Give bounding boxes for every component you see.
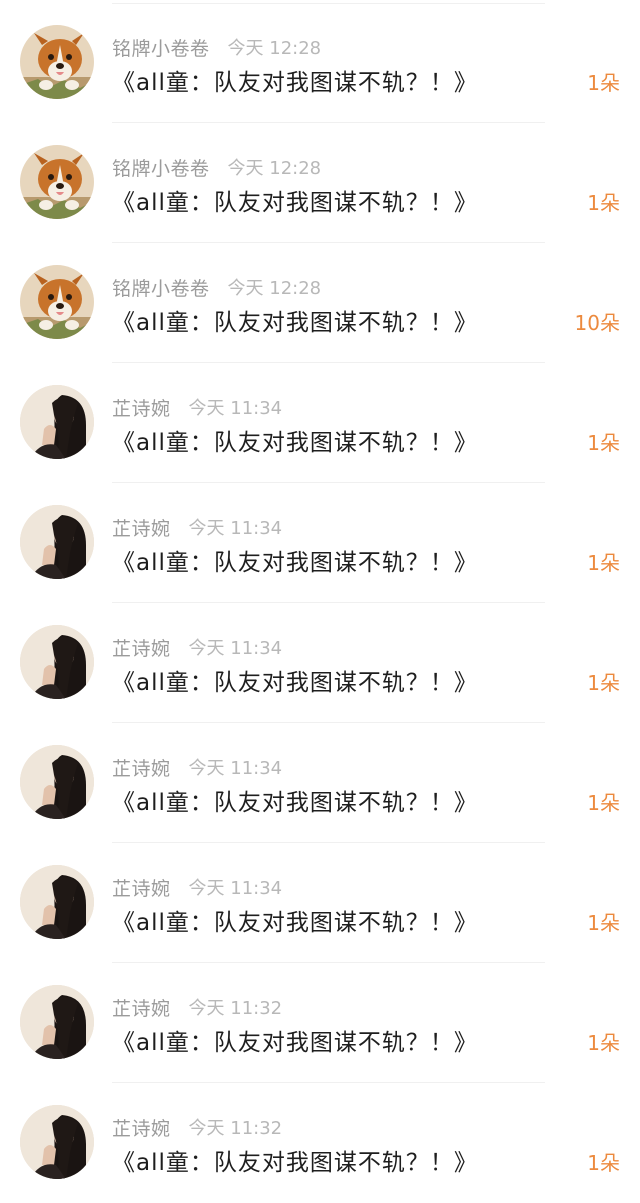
timestamp: 今天 11:32 (188, 1118, 283, 1139)
timestamp: 今天 11:34 (188, 518, 283, 539)
gift-count: 1朵 (587, 791, 620, 815)
gift-count: 1朵 (587, 1151, 620, 1175)
gift-record-list: 铭牌小卷卷 今天 12:28 《all童：队友对我图谋不轨？！》 1朵 铭牌小卷… (0, 0, 640, 1177)
list-item[interactable]: 芷诗婉 今天 11:32 《all童：队友对我图谋不轨？！》 1朵 (0, 1083, 640, 1203)
user-name[interactable]: 铭牌小卷卷 (112, 34, 210, 61)
user-name[interactable]: 芷诗婉 (112, 874, 171, 901)
item-title[interactable]: 《all童：队友对我图谋不轨？！》 (112, 305, 478, 341)
gift-count: 1朵 (587, 431, 620, 455)
girl-avatar[interactable] (20, 385, 94, 459)
user-name[interactable]: 芷诗婉 (112, 754, 171, 781)
timestamp: 今天 11:34 (188, 878, 283, 899)
user-name[interactable]: 铭牌小卷卷 (112, 274, 210, 301)
item-title[interactable]: 《all童：队友对我图谋不轨？！》 (112, 425, 478, 461)
user-name[interactable]: 芷诗婉 (112, 634, 171, 661)
item-meta: 芷诗婉 今天 11:34 (112, 513, 282, 541)
timestamp: 今天 11:34 (188, 398, 283, 419)
dog-avatar[interactable] (20, 25, 94, 99)
list-item[interactable]: 铭牌小卷卷 今天 12:28 《all童：队友对我图谋不轨？！》 10朵 (0, 243, 640, 363)
girl-avatar[interactable] (20, 865, 94, 939)
list-item[interactable]: 芷诗婉 今天 11:34 《all童：队友对我图谋不轨？！》 1朵 (0, 603, 640, 723)
list-item[interactable]: 芷诗婉 今天 11:32 《all童：队友对我图谋不轨？！》 1朵 (0, 963, 640, 1083)
list-item[interactable]: 铭牌小卷卷 今天 12:28 《all童：队友对我图谋不轨？！》 1朵 (0, 3, 640, 123)
list-item[interactable]: 芷诗婉 今天 11:34 《all童：队友对我图谋不轨？！》 1朵 (0, 483, 640, 603)
user-name[interactable]: 铭牌小卷卷 (112, 154, 210, 181)
timestamp: 今天 12:28 (227, 278, 322, 299)
list-item[interactable]: 铭牌小卷卷 今天 12:28 《all童：队友对我图谋不轨？！》 1朵 (0, 123, 640, 243)
user-name[interactable]: 芷诗婉 (112, 1114, 171, 1141)
timestamp: 今天 11:32 (188, 998, 283, 1019)
girl-avatar[interactable] (20, 985, 94, 1059)
timestamp: 今天 11:34 (188, 758, 283, 779)
gift-count: 1朵 (587, 71, 620, 95)
timestamp: 今天 12:28 (227, 38, 322, 59)
item-meta: 芷诗婉 今天 11:34 (112, 393, 282, 421)
item-title[interactable]: 《all童：队友对我图谋不轨？！》 (112, 1025, 478, 1061)
item-meta: 芷诗婉 今天 11:32 (112, 993, 282, 1021)
item-title[interactable]: 《all童：队友对我图谋不轨？！》 (112, 665, 478, 701)
item-meta: 芷诗婉 今天 11:34 (112, 633, 282, 661)
list-item[interactable]: 芷诗婉 今天 11:34 《all童：队友对我图谋不轨？！》 1朵 (0, 723, 640, 843)
gift-count: 1朵 (587, 911, 620, 935)
list-item[interactable]: 芷诗婉 今天 11:34 《all童：队友对我图谋不轨？！》 1朵 (0, 363, 640, 483)
gift-count: 10朵 (574, 311, 620, 335)
timestamp: 今天 12:28 (227, 158, 322, 179)
gift-count: 1朵 (587, 551, 620, 575)
user-name[interactable]: 芷诗婉 (112, 394, 171, 421)
girl-avatar[interactable] (20, 625, 94, 699)
item-title[interactable]: 《all童：队友对我图谋不轨？！》 (112, 1145, 478, 1181)
gift-count: 1朵 (587, 1031, 620, 1055)
item-title[interactable]: 《all童：队友对我图谋不轨？！》 (112, 545, 478, 581)
item-meta: 芷诗婉 今天 11:34 (112, 753, 282, 781)
item-meta: 铭牌小卷卷 今天 12:28 (112, 153, 321, 181)
item-meta: 铭牌小卷卷 今天 12:28 (112, 33, 321, 61)
item-title[interactable]: 《all童：队友对我图谋不轨？！》 (112, 185, 478, 221)
list-item[interactable]: 芷诗婉 今天 11:34 《all童：队友对我图谋不轨？！》 1朵 (0, 843, 640, 963)
gift-count: 1朵 (587, 191, 620, 215)
gift-count: 1朵 (587, 671, 620, 695)
user-name[interactable]: 芷诗婉 (112, 514, 171, 541)
item-meta: 芷诗婉 今天 11:32 (112, 1113, 282, 1141)
item-title[interactable]: 《all童：队友对我图谋不轨？！》 (112, 905, 478, 941)
dog-avatar[interactable] (20, 145, 94, 219)
item-meta: 芷诗婉 今天 11:34 (112, 873, 282, 901)
girl-avatar[interactable] (20, 745, 94, 819)
girl-avatar[interactable] (20, 1105, 94, 1179)
girl-avatar[interactable] (20, 505, 94, 579)
dog-avatar[interactable] (20, 265, 94, 339)
item-title[interactable]: 《all童：队友对我图谋不轨？！》 (112, 785, 478, 821)
item-title[interactable]: 《all童：队友对我图谋不轨？！》 (112, 65, 478, 101)
timestamp: 今天 11:34 (188, 638, 283, 659)
user-name[interactable]: 芷诗婉 (112, 994, 171, 1021)
item-meta: 铭牌小卷卷 今天 12:28 (112, 273, 321, 301)
